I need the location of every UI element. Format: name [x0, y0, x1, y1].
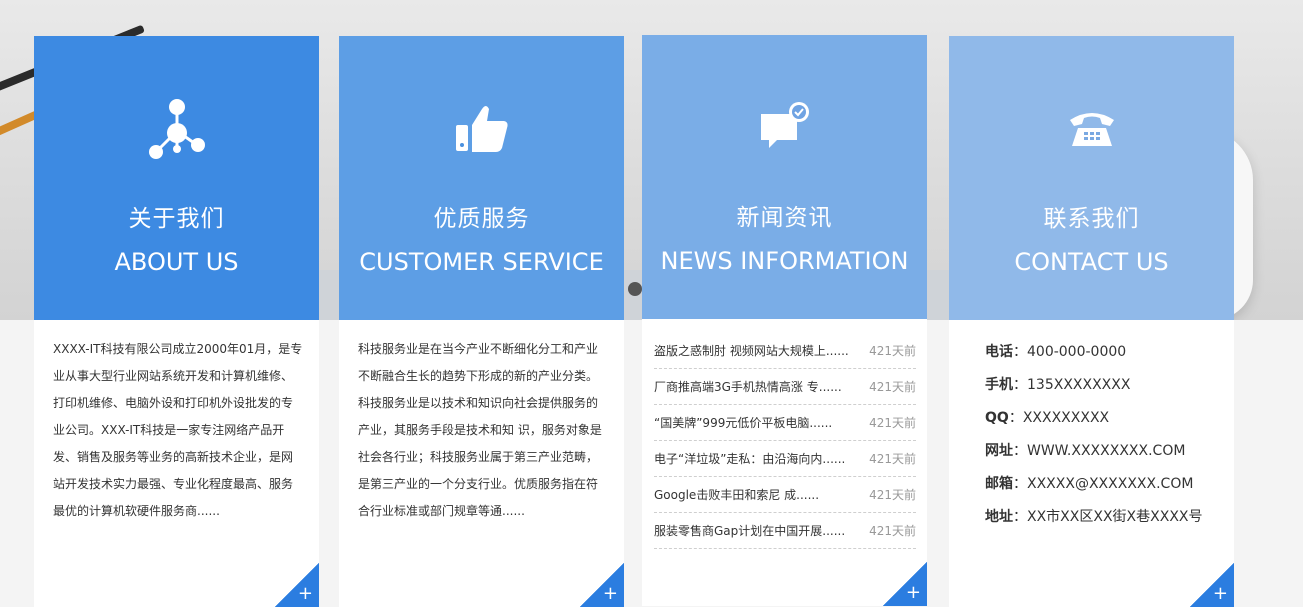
contact-value[interactable]: XXXXX@XXXXXXX.COM	[1027, 476, 1193, 492]
contact-label: 手机	[985, 377, 1013, 393]
contact-website: 网址：WWW.XXXXXXXX.COM	[985, 435, 1203, 468]
separator: ：	[1013, 443, 1027, 459]
card-title-cn: 联系我们	[1043, 206, 1140, 232]
about-us-card: 关于我们 ABOUT US XXXX-IT科技有限公司成立2000年01月，是专…	[34, 36, 319, 607]
contact-list: 电话：400-000-0000 手机：135XXXXXXXX QQ：XXXXXX…	[985, 336, 1203, 534]
card-title-cn: 关于我们	[128, 206, 225, 232]
card-header: 新闻资讯 NEWS INFORMATION	[642, 35, 927, 319]
contact-label: QQ	[985, 410, 1009, 426]
contact-qq: QQ：XXXXXXXXX	[985, 402, 1203, 435]
plus-icon: +	[1212, 583, 1228, 604]
more-button[interactable]: +	[883, 562, 927, 606]
news-item[interactable]: 电子“洋垃圾”走私：由沿海向内...... 421天前	[654, 441, 916, 477]
news-date: 421天前	[869, 488, 916, 502]
separator: ：	[1013, 377, 1027, 393]
contact-label: 邮箱	[985, 476, 1013, 492]
plus-icon: +	[905, 582, 921, 603]
telephone-icon	[1069, 113, 1114, 146]
contact-value[interactable]: WWW.XXXXXXXX.COM	[1027, 443, 1185, 459]
news-title[interactable]: 服装零售商Gap计划在中国开展......	[654, 522, 845, 539]
news-title[interactable]: 盗版之惑制肘 视频网站大规模上......	[654, 342, 849, 359]
news-title[interactable]: Google击败丰田和索尼 成......	[654, 486, 819, 503]
contact-value: 135XXXXXXXX	[1027, 377, 1131, 393]
more-button[interactable]: +	[580, 563, 624, 607]
news-date: 421天前	[869, 380, 916, 394]
card-header: 关于我们 ABOUT US	[34, 36, 319, 320]
news-item[interactable]: 厂商推高端3G手机热情高涨 专...... 421天前	[654, 369, 916, 405]
news-item[interactable]: 盗版之惑制肘 视频网站大规模上...... 421天前	[654, 333, 916, 369]
card-header: 联系我们 CONTACT US	[949, 36, 1234, 320]
molecule-network-icon	[148, 99, 205, 159]
plus-icon: +	[602, 583, 618, 604]
news-title[interactable]: “国美牌”999元低价平板电脑......	[654, 414, 832, 431]
service-text: 科技服务业是在当今产业不断细化分工和产业不断融合生长的趋势下形成的新的产业分类。…	[358, 342, 602, 518]
news-item[interactable]: 服装零售商Gap计划在中国开展...... 421天前	[654, 513, 916, 549]
contact-value: 400-000-0000	[1027, 344, 1127, 360]
thumbs-up-icon	[455, 106, 508, 152]
news-list: 盗版之惑制肘 视频网站大规模上...... 421天前 厂商推高端3G手机热情高涨…	[654, 333, 916, 549]
more-button[interactable]: +	[1190, 563, 1234, 607]
contact-value: XXXXXXXXX	[1022, 410, 1110, 426]
card-title-en: NEWS INFORMATION	[660, 247, 909, 275]
news-date: 421天前	[869, 452, 916, 466]
slider-dot[interactable]	[628, 282, 642, 296]
contact-mobile: 手机：135XXXXXXXX	[985, 369, 1203, 402]
contact-value: XX市XX区XX街X巷XXXX号	[1027, 509, 1203, 525]
separator: ：	[1013, 509, 1027, 525]
news-item[interactable]: Google击败丰田和索尼 成...... 421天前	[654, 477, 916, 513]
news-date: 421天前	[869, 416, 916, 430]
contact-label: 电话	[985, 344, 1013, 360]
contact-address: 地址：XX市XX区XX街X巷XXXX号	[985, 501, 1203, 534]
contact-us-card: 联系我们 CONTACT US 电话：400-000-0000 手机：135XX…	[949, 36, 1234, 607]
news-date: 421天前	[869, 344, 916, 358]
news-date: 421天前	[869, 524, 916, 538]
more-button[interactable]: +	[275, 563, 319, 607]
separator: ：	[1008, 410, 1023, 426]
card-title-cn: 新闻资讯	[736, 205, 833, 231]
card-title-en: ABOUT US	[114, 248, 239, 276]
card-title-en: CUSTOMER SERVICE	[359, 248, 604, 276]
card-title-en: CONTACT US	[1014, 248, 1169, 276]
news-title[interactable]: 厂商推高端3G手机热情高涨 专......	[654, 378, 842, 395]
separator: ：	[1013, 476, 1027, 492]
about-text: XXXX-IT科技有限公司成立2000年01月，是专业从事大型行业网站系统开发和…	[53, 342, 303, 518]
customer-service-card: 优质服务 CUSTOMER SERVICE 科技服务业是在当今产业不断细化分工和…	[339, 36, 624, 607]
news-title[interactable]: 电子“洋垃圾”走私：由沿海向内......	[654, 450, 845, 467]
plus-icon: +	[297, 583, 313, 604]
news-item[interactable]: “国美牌”999元低价平板电脑...... 421天前	[654, 405, 916, 441]
card-header: 优质服务 CUSTOMER SERVICE	[339, 36, 624, 320]
separator: ：	[1013, 344, 1027, 360]
contact-email: 邮箱：XXXXX@XXXXXXX.COM	[985, 468, 1203, 501]
contact-label: 地址	[985, 509, 1013, 525]
contact-label: 网址	[985, 443, 1013, 459]
chat-check-icon	[760, 102, 809, 148]
contact-phone: 电话：400-000-0000	[985, 336, 1203, 369]
news-card: 新闻资讯 NEWS INFORMATION 盗版之惑制肘 视频网站大规模上...…	[642, 35, 927, 606]
card-title-cn: 优质服务	[433, 206, 530, 232]
